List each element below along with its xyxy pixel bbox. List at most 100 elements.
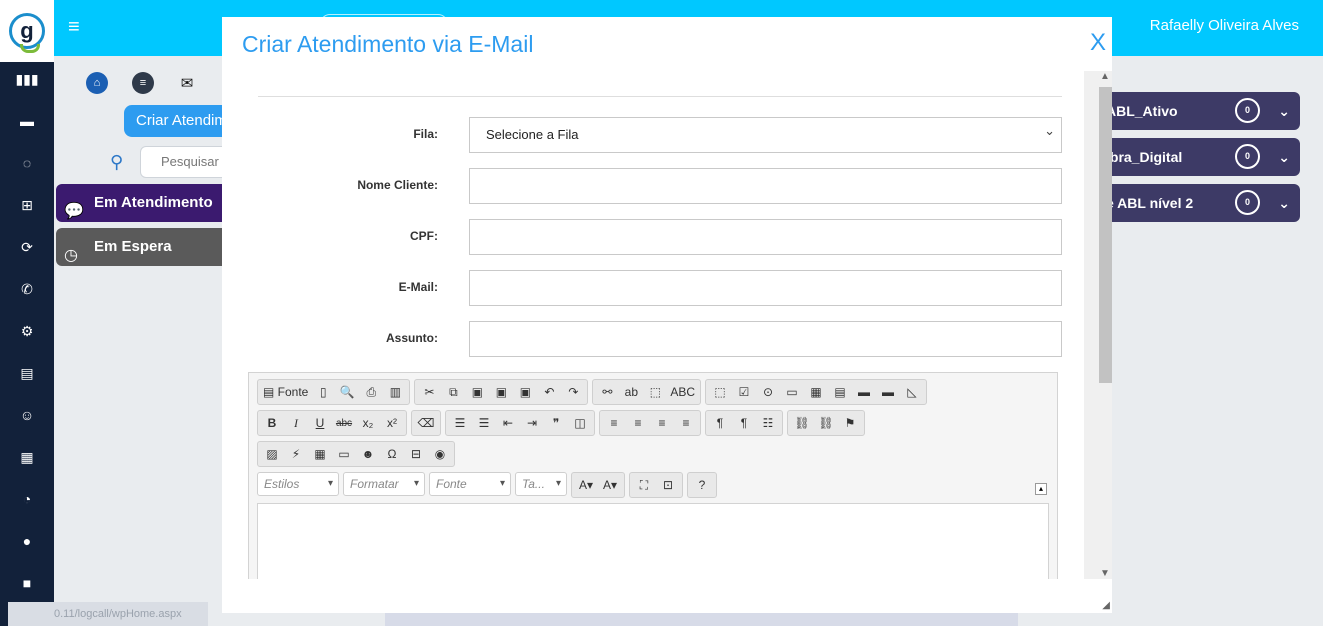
chart-icon[interactable]: ▮▮▮ — [0, 58, 54, 100]
mail-icon[interactable]: ✉ — [176, 72, 198, 94]
add-list-icon[interactable]: ≡ — [132, 72, 154, 94]
gear-icon[interactable]: ⚙ — [0, 310, 54, 352]
select-field-icon[interactable]: ▤ — [829, 382, 851, 402]
subject-input[interactable] — [469, 321, 1062, 357]
superscript-button[interactable]: x² — [381, 413, 403, 433]
bg-color-icon[interactable]: A▾ — [599, 475, 621, 495]
blockquote-icon[interactable]: ❞ — [545, 413, 567, 433]
print-icon[interactable]: ▤ — [0, 352, 54, 394]
size-combo[interactable]: Ta... — [515, 472, 567, 496]
chat-icon[interactable]: ● — [0, 520, 54, 562]
spellcheck-icon[interactable]: ABC — [668, 382, 697, 402]
horizontal-rule-icon[interactable]: ▭ — [333, 444, 355, 464]
textfield-icon[interactable]: ▭ — [781, 382, 803, 402]
cpf-input[interactable] — [469, 219, 1062, 255]
language-icon[interactable]: ☷ — [757, 413, 779, 433]
briefcase-icon[interactable]: ▬ — [0, 100, 54, 142]
flash-icon[interactable]: ⚡ — [285, 444, 307, 464]
show-blocks-icon[interactable]: ⊡ — [657, 475, 679, 495]
editor-content-area[interactable] — [257, 503, 1049, 579]
status-in-service[interactable]: 💬 Em Atendimento — [56, 184, 222, 222]
create-ticket-button[interactable]: Criar Atendimento — [124, 105, 234, 137]
app-logo[interactable]: g — [0, 0, 54, 62]
subscript-button[interactable]: x₂ — [357, 413, 379, 433]
page-break-icon[interactable]: ⊟ — [405, 444, 427, 464]
search-input[interactable]: Pesquisar — [140, 146, 230, 178]
chevron-down-icon[interactable]: ⌄ — [1278, 138, 1290, 176]
replace-icon[interactable]: ab — [620, 382, 642, 402]
queue-select[interactable]: Selecione a Fila — [469, 114, 1062, 153]
image-icon[interactable]: ▨ — [261, 444, 283, 464]
queue-item[interactable]: e ABL nível 2 0 ⌄ — [1100, 184, 1300, 222]
undo-icon[interactable]: ↶ — [538, 382, 560, 402]
select-all-icon[interactable]: ⬚ — [644, 382, 666, 402]
status-waiting[interactable]: ◷ Em Espera — [56, 228, 222, 266]
dashboard-icon[interactable]: ◔ — [0, 478, 54, 520]
form-icon[interactable]: ⬚ — [709, 382, 731, 402]
underline-button[interactable]: U — [309, 413, 331, 433]
justify-icon[interactable]: ≡ — [675, 413, 697, 433]
queue-item[interactable]: ibra_Digital 0 ⌄ — [1100, 138, 1300, 176]
cut-icon[interactable]: ✂ — [418, 382, 440, 402]
templates-icon[interactable]: ▥ — [384, 382, 406, 402]
smiley-icon[interactable]: ☻ — [357, 444, 379, 464]
align-right-icon[interactable]: ≡ — [651, 413, 673, 433]
radio-icon[interactable]: ⊙ — [757, 382, 779, 402]
collapse-toolbar-icon[interactable]: ▴ — [1035, 483, 1047, 495]
whatsapp-icon[interactable]: ◌ — [0, 142, 54, 184]
help-button[interactable]: ? — [691, 475, 713, 495]
anchor-flag-icon[interactable]: ⚑ — [839, 413, 861, 433]
hidden-field-icon[interactable]: ◺ — [901, 382, 923, 402]
format-combo[interactable]: Formatar — [343, 472, 425, 496]
search-icon[interactable]: ⚲ — [110, 152, 123, 173]
italic-button[interactable]: I — [285, 413, 307, 433]
scroll-up-icon[interactable]: ▲ — [1100, 71, 1110, 82]
paste-word-icon[interactable]: ▣ — [514, 382, 536, 402]
align-left-icon[interactable]: ≡ — [603, 413, 625, 433]
queue-item[interactable]: ABL_Ativo 0 ⌄ — [1100, 92, 1300, 130]
table-icon[interactable]: ▦ — [309, 444, 331, 464]
image-button-icon[interactable]: ▬ — [877, 382, 899, 402]
close-button[interactable]: X — [1090, 29, 1106, 57]
bullet-list-icon[interactable]: ☰ — [473, 413, 495, 433]
plus-square-icon[interactable]: ⊞ — [0, 184, 54, 226]
home-icon[interactable]: ⌂ — [86, 72, 108, 94]
source-button[interactable]: ▤ Fonte — [261, 382, 310, 402]
bold-button[interactable]: B — [261, 413, 283, 433]
smile-icon[interactable]: ☺ — [0, 394, 54, 436]
print-icon[interactable]: ⎙ — [360, 382, 382, 402]
redo-icon[interactable]: ↷ — [562, 382, 584, 402]
paste-icon[interactable]: ▣ — [466, 382, 488, 402]
ltr-icon[interactable]: ¶ — [709, 413, 731, 433]
numbered-list-icon[interactable]: ☰ — [449, 413, 471, 433]
video-icon[interactable]: ■ — [0, 562, 54, 604]
checkbox-icon[interactable]: ☑ — [733, 382, 755, 402]
eraser-icon[interactable]: ⌫ — [415, 413, 437, 433]
strike-button[interactable]: abc — [333, 413, 355, 433]
user-name[interactable]: Rafaelly Oliveira Alves — [1150, 17, 1299, 34]
chevron-down-icon[interactable]: ⌄ — [1278, 184, 1290, 222]
textarea-icon[interactable]: ▦ — [805, 382, 827, 402]
preview-icon[interactable]: 🔍 — [336, 382, 358, 402]
iframe-icon[interactable]: ◉ — [429, 444, 451, 464]
scroll-down-icon[interactable]: ▼ — [1100, 568, 1110, 579]
email-input[interactable] — [469, 270, 1062, 306]
indent-icon[interactable]: ⇥ — [521, 413, 543, 433]
hamburger-icon[interactable]: ≡ — [68, 16, 80, 39]
div-icon[interactable]: ◫ — [569, 413, 591, 433]
outdent-icon[interactable]: ⇤ — [497, 413, 519, 433]
calendar-icon[interactable]: ▦ — [0, 436, 54, 478]
find-icon[interactable]: ⚯ — [596, 382, 618, 402]
copy-icon[interactable]: ⧉ — [442, 382, 464, 402]
new-page-icon[interactable]: ▯ — [312, 382, 334, 402]
link-icon[interactable]: ⛓ — [791, 413, 813, 433]
styles-combo[interactable]: Estilos — [257, 472, 339, 496]
scroll-thumb[interactable] — [1099, 87, 1112, 383]
paste-text-icon[interactable]: ▣ — [490, 382, 512, 402]
rtl-icon[interactable]: ¶ — [733, 413, 755, 433]
resize-handle-icon[interactable]: ◢ — [1102, 600, 1110, 611]
modal-scrollbar[interactable]: ▲ ▼ — [1084, 71, 1112, 579]
font-combo[interactable]: Fonte — [429, 472, 511, 496]
button-field-icon[interactable]: ▬ — [853, 382, 875, 402]
maximize-icon[interactable]: ⛶ — [633, 475, 655, 495]
